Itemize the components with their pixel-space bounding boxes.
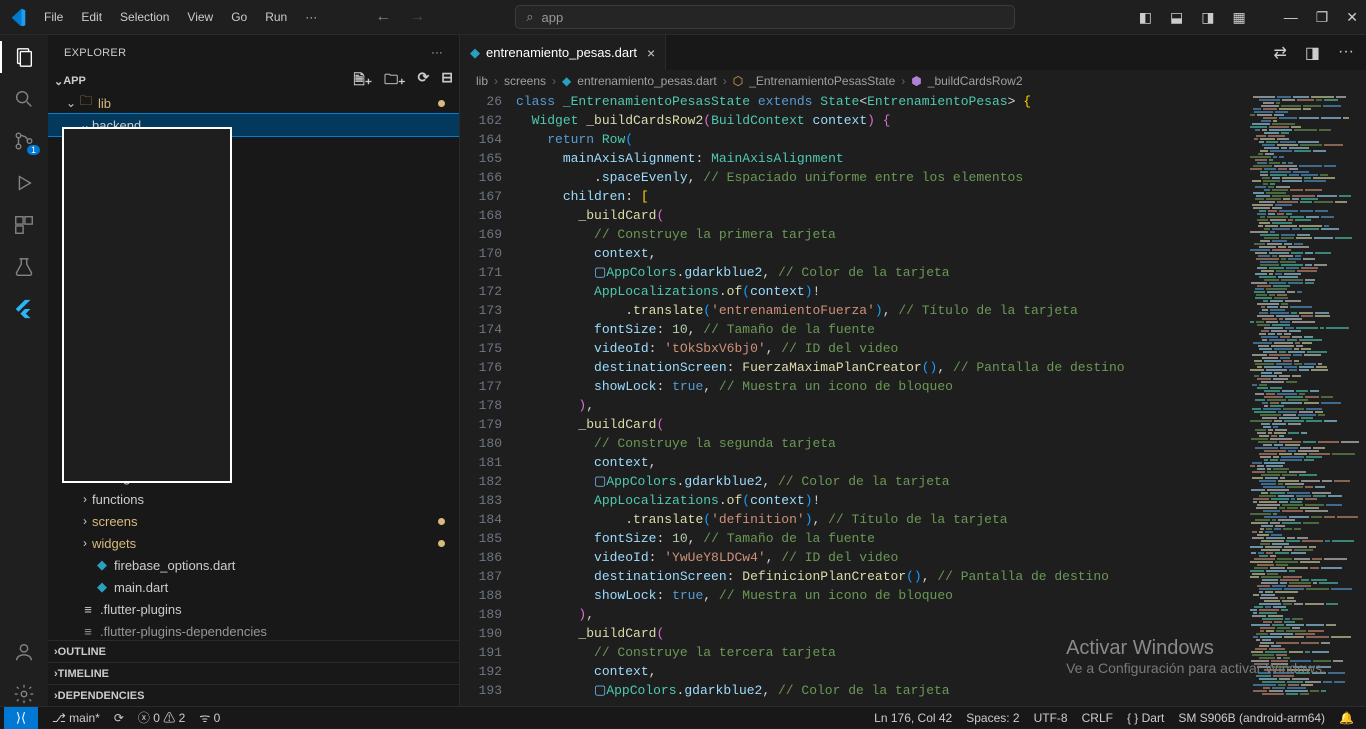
menu-selection[interactable]: Selection [112,6,177,28]
compare-icon[interactable]: ⇄ [1273,43,1286,63]
remote-indicator-icon[interactable]: ⟩⟨ [4,707,38,729]
dart-file-icon: ◆ [562,74,571,88]
layout-panel-icon[interactable]: ⬓ [1170,9,1183,26]
section-dependencies[interactable]: ›DEPENDENCIES [48,684,459,706]
explorer-header: EXPLORER ··· [48,35,459,70]
explorer-icon[interactable] [12,45,36,69]
method-icon: ⬢ [911,74,921,88]
tree-file[interactable]: ≡.flutter-plugins [48,598,459,620]
tree-folder-widgets[interactable]: ›widgets [48,532,459,554]
refresh-icon[interactable]: ⟳ [418,69,430,93]
tab-close-icon[interactable]: × [647,45,655,61]
menu-view[interactable]: View [179,6,221,28]
flutter-icon[interactable] [12,297,36,321]
layout-primary-side-icon[interactable]: ◧ [1139,9,1152,26]
tree-file[interactable]: ≡.flutter-plugins-dependencies [48,620,459,640]
problems[interactable]: ⓧ 0 ⚠ 2 [138,709,185,726]
new-file-icon[interactable]: 🗎₊ [353,69,372,93]
search-icon: ⌕ [526,9,533,25]
collapse-icon[interactable]: ⊟ [441,69,453,93]
code-content[interactable]: class _EntrenamientoPesasState extends S… [516,92,1246,706]
tree-file[interactable]: ◆main.dart [48,576,459,598]
language-mode[interactable]: { } Dart [1127,711,1164,725]
nav-back-icon[interactable]: ← [375,8,391,26]
project-name: APP [63,75,86,87]
window-controls: — ❐ ✕ [1284,9,1358,26]
editor-area: ◆ entrenamiento_pesas.dart × ⇄ ◨ ··· lib… [460,35,1366,706]
sidebar-sections: ›OUTLINE ›TIMELINE ›DEPENDENCIES [48,640,459,706]
tab-label: entrenamiento_pesas.dart [486,45,637,60]
modified-dot-icon [438,100,445,107]
code-editor[interactable]: 26 162 164 165 166 167 168 169 170 171 1… [460,92,1366,706]
app-menu: File Edit Selection View Go Run ··· [36,6,325,28]
account-icon[interactable] [12,640,36,664]
editor-tab[interactable]: ◆ entrenamiento_pesas.dart × [460,35,666,70]
explorer-title: EXPLORER [64,47,126,59]
modified-dot-icon [438,518,445,525]
maximize-icon[interactable]: ❐ [1316,9,1329,26]
more-actions-icon[interactable]: ··· [1338,43,1354,63]
minimize-icon[interactable]: — [1284,9,1298,26]
notifications-icon[interactable]: 🔔 [1339,711,1354,725]
menu-more[interactable]: ··· [297,6,325,28]
split-right-icon[interactable]: ◨ [1305,43,1320,63]
git-branch[interactable]: ⎇ main* [52,711,100,725]
class-icon: ⬡ [733,74,743,88]
search-icon[interactable] [12,87,36,111]
menu-edit[interactable]: Edit [73,6,110,28]
testing-icon[interactable] [12,255,36,279]
activity-bar: 1 [0,35,48,706]
eol[interactable]: CRLF [1082,711,1113,725]
encoding[interactable]: UTF-8 [1034,711,1068,725]
tab-bar: ◆ entrenamiento_pesas.dart × ⇄ ◨ ··· [460,35,1366,70]
device[interactable]: SM S906B (android-arm64) [1178,711,1325,725]
tree-folder-lib[interactable]: ⌄🗀lib [48,92,459,114]
status-bar: ⟩⟨ ⎇ main* ⟳ ⓧ 0 ⚠ 2 ᯤ 0 Ln 176, Col 42 … [0,706,1366,728]
sync-icon[interactable]: ⟳ [114,711,124,725]
new-folder-icon[interactable]: 🗀₊ [384,69,405,93]
modified-dot-icon [438,540,445,547]
minimap[interactable] [1246,92,1366,706]
line-gutter: 26 162 164 165 166 167 168 169 170 171 1… [460,92,516,706]
menu-run[interactable]: Run [257,6,295,28]
nav-forward-icon[interactable]: → [409,8,425,26]
highlight-box [62,127,232,483]
command-center[interactable]: ⌕ app [515,5,1015,29]
settings-icon[interactable] [12,682,36,706]
breadcrumb[interactable]: lib› screens› ◆ entrenamiento_pesas.dart… [460,70,1366,92]
ports[interactable]: ᯤ 0 [199,709,220,726]
tab-actions: ⇄ ◨ ··· [1273,43,1366,63]
layout-controls: ◧ ⬓ ◨ ▦ — ❐ ✕ [1139,9,1358,26]
close-icon[interactable]: ✕ [1346,9,1358,26]
tree-folder[interactable]: ›functions [48,488,459,510]
source-control-icon[interactable]: 1 [12,129,36,153]
dart-file-icon: ◆ [470,45,480,61]
nav-arrows: ← → [375,8,425,26]
search-text: app [542,10,564,25]
section-outline[interactable]: ›OUTLINE [48,640,459,662]
extensions-icon[interactable] [12,213,36,237]
indent[interactable]: Spaces: 2 [966,711,1019,725]
menu-file[interactable]: File [36,6,71,28]
title-bar: File Edit Selection View Go Run ··· ← → … [0,0,1366,35]
layout-secondary-side-icon[interactable]: ◨ [1201,9,1214,26]
explorer-more-icon[interactable]: ··· [431,47,443,59]
cursor-position[interactable]: Ln 176, Col 42 [874,711,952,725]
vscode-logo-icon [8,8,26,26]
run-debug-icon[interactable] [12,171,36,195]
tree-folder-screens[interactable]: ›screens [48,510,459,532]
menu-go[interactable]: Go [223,6,255,28]
project-header[interactable]: ⌄ APP 🗎₊ 🗀₊ ⟳ ⊟ [48,70,459,92]
layout-customize-icon[interactable]: ▦ [1232,9,1245,26]
explorer-actions: 🗎₊ 🗀₊ ⟳ ⊟ [353,69,453,93]
section-timeline[interactable]: ›TIMELINE [48,662,459,684]
tree-file[interactable]: ◆firebase_options.dart [48,554,459,576]
